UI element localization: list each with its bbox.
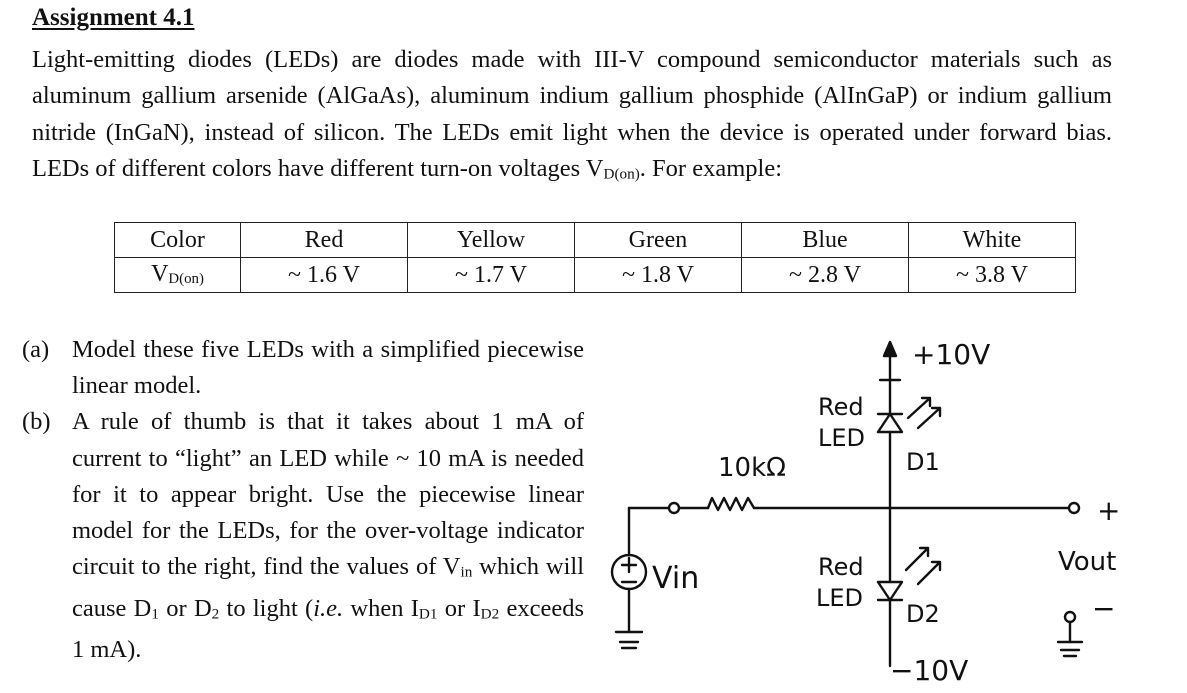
top-supply-label: +10V xyxy=(912,338,990,371)
sub-d2: D2 xyxy=(480,604,500,622)
table-cell-color: White xyxy=(908,222,1076,258)
output-ground-icon xyxy=(1056,640,1084,658)
table-row-voltage: VD(on) ~ 1.6 V ~ 1.7 V ~ 1.8 V ~ 2.8 V ~… xyxy=(114,257,1076,293)
table-cell-voltage: ~ 2.8 V xyxy=(741,257,909,293)
d2-name-label: D2 xyxy=(906,600,940,628)
table-header-color: Color xyxy=(114,222,241,258)
part-b-text: or D xyxy=(158,594,212,622)
output-terminal-minus[interactable] xyxy=(1063,610,1077,624)
part-a-text: Model these five LEDs with a simplified … xyxy=(72,336,584,400)
table-cell-voltage: ~ 3.8 V xyxy=(908,257,1076,293)
resistor-label: 10kΩ xyxy=(718,453,786,483)
indicator-circuit-diagram: Vin 10kΩ + Vout − +10V Red LED D1 Red LE… xyxy=(610,338,1120,687)
part-a: (a) Model these five LEDs with a simplif… xyxy=(22,332,584,404)
light-arrow-icon xyxy=(904,546,930,572)
led-d1-icon xyxy=(876,412,904,434)
intro-tail: . For example: xyxy=(639,155,782,183)
led-d2-icon xyxy=(876,580,904,602)
question-parts: (a) Model these five LEDs with a simplif… xyxy=(22,332,584,668)
table-header-voltage: VD(on) xyxy=(114,257,241,293)
vd-subscript: D(on) xyxy=(168,271,204,288)
light-arrow-icon xyxy=(916,560,942,586)
d2-led-label: LED xyxy=(816,584,863,612)
part-b: (b) A rule of thumb is that it takes abo… xyxy=(22,404,584,668)
d2-color-label: Red xyxy=(818,553,864,581)
intro-text: Light-emitting diodes (LEDs) are diodes … xyxy=(32,46,1112,183)
assignment-title: Assignment 4.1 xyxy=(32,4,195,31)
table-cell-color: Blue xyxy=(741,222,909,258)
intro-paragraph: Light-emitting diodes (LEDs) are diodes … xyxy=(32,42,1112,193)
part-a-label: (a) xyxy=(22,336,50,363)
d1-name-label: D1 xyxy=(906,448,940,476)
table-cell-color: Yellow xyxy=(407,222,575,258)
source-ground-icon xyxy=(614,630,644,650)
resistor-icon xyxy=(706,496,756,512)
part-b-text: when I xyxy=(343,594,419,622)
d1-color-label: Red xyxy=(818,393,864,421)
table-row-color: Color Red Yellow Green Blue White xyxy=(114,222,1076,258)
sub-d1: D1 xyxy=(418,604,438,622)
input-terminal[interactable] xyxy=(667,501,681,515)
part-b-label: (b) xyxy=(22,408,51,436)
table-cell-color: Green xyxy=(574,222,742,258)
d1-led-label: LED xyxy=(818,424,865,452)
vin-label: Vin xyxy=(652,561,699,596)
intro-subscript: D(on) xyxy=(603,165,640,183)
part-b-text: or I xyxy=(437,594,481,622)
bottom-supply-label: −10V xyxy=(890,654,968,687)
vd-label: V xyxy=(151,261,169,288)
light-arrow-icon xyxy=(906,396,932,420)
part-b-text: to light ( xyxy=(219,594,314,622)
table-cell-voltage: ~ 1.8 V xyxy=(574,257,742,293)
vout-minus-label: − xyxy=(1092,592,1115,625)
vout-label: Vout xyxy=(1058,547,1116,577)
turn-on-voltage-table: Color Red Yellow Green Blue White VD(on)… xyxy=(114,222,1076,293)
table-cell-color: Red xyxy=(240,222,408,258)
sub-1: 1 xyxy=(151,604,159,622)
light-arrow-icon xyxy=(916,406,942,430)
table-cell-voltage: ~ 1.6 V xyxy=(240,257,408,293)
output-terminal-plus[interactable] xyxy=(1067,501,1081,515)
supply-arrow-icon xyxy=(882,340,898,358)
table-cell-voltage: ~ 1.7 V xyxy=(407,257,575,293)
vout-plus-label: + xyxy=(1097,494,1120,527)
sub-in: in xyxy=(460,563,473,581)
part-b-italic: i.e. xyxy=(313,594,344,622)
